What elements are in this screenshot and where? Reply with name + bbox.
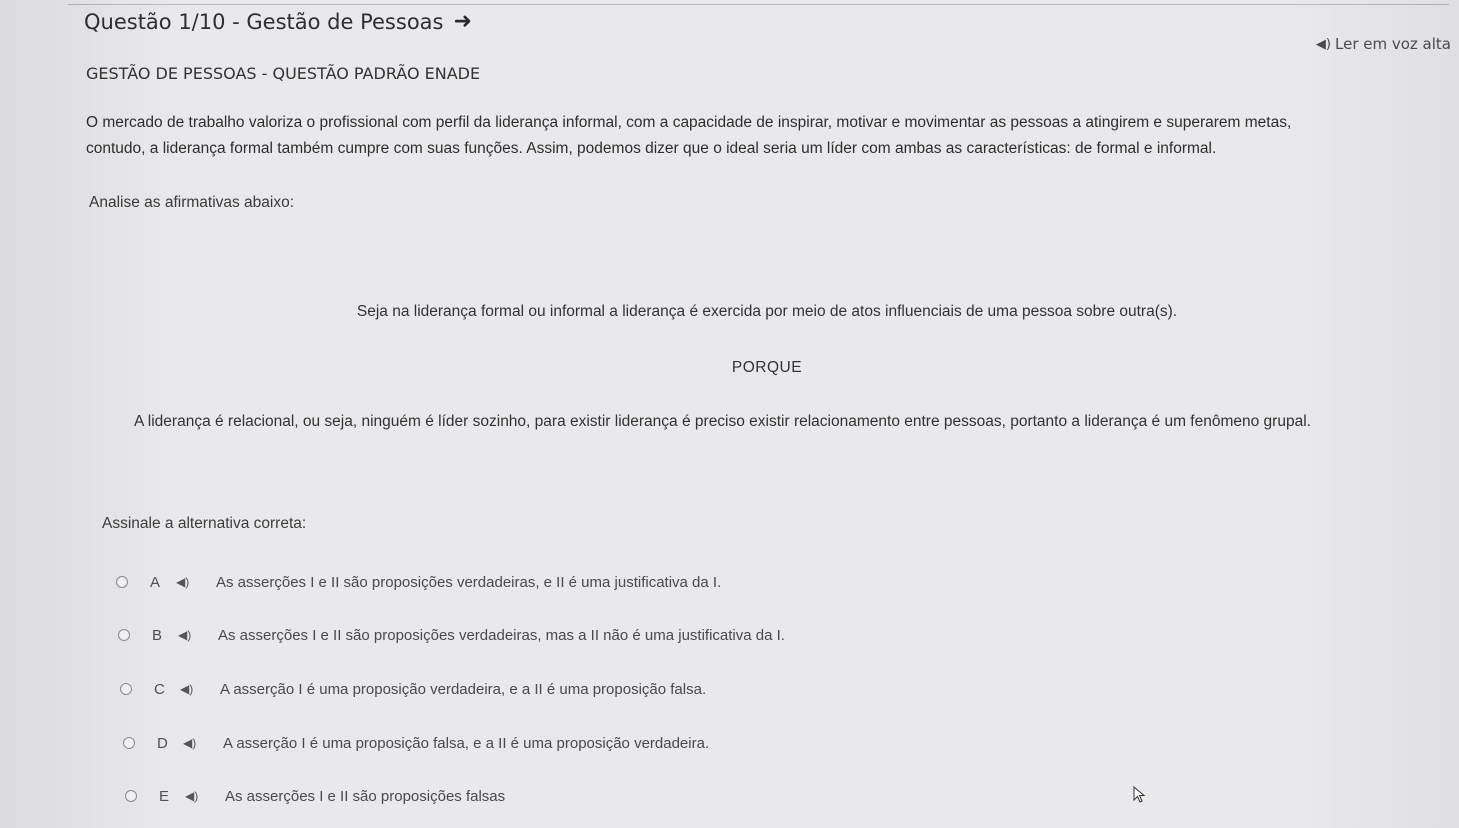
option-c[interactable]: C ◀) A asserção I é uma proposição verda… [120, 677, 706, 701]
option-b[interactable]: B ◀) As asserções I e II são proposições… [118, 623, 785, 647]
read-aloud-label: Ler em voz alta [1335, 35, 1451, 53]
option-letter: A [150, 573, 161, 591]
question-header: Questão 1/10 - Gestão de Pessoas ➜ [84, 9, 472, 34]
question-subtitle: GESTÃO DE PESSOAS - QUESTÃO PADRÃO ENADE [86, 64, 481, 83]
option-d[interactable]: D ◀) A asserção I é uma proposição falsa… [123, 731, 709, 755]
option-radio[interactable] [123, 737, 135, 749]
speaker-icon[interactable]: ◀) [185, 789, 225, 803]
option-radio[interactable] [120, 683, 132, 695]
speaker-icon[interactable]: ◀) [180, 682, 220, 696]
context-line-2: contudo, a liderança formal também cumpr… [86, 140, 1217, 157]
option-text: A asserção I é uma proposição falsa, e a… [223, 734, 710, 752]
speaker-icon: ◀) [1315, 36, 1331, 52]
option-radio[interactable] [116, 576, 128, 588]
assertion-2: A liderança é relacional, ou seja, ningu… [134, 413, 1311, 430]
option-text: A asserção I é uma proposição verdadeira… [220, 680, 707, 698]
option-a[interactable]: A ◀) As asserções I e II são proposições… [116, 570, 721, 594]
option-letter: E [159, 787, 170, 805]
answer-prompt: Assinale a alternativa correta: [102, 515, 307, 532]
option-text: As asserções I e II são proposições verd… [218, 626, 785, 644]
option-radio[interactable] [118, 629, 130, 641]
speaker-icon[interactable]: ◀) [176, 575, 216, 589]
top-divider [68, 4, 1449, 5]
arrow-right-icon[interactable]: ➜ [453, 9, 471, 34]
option-letter: B [152, 626, 163, 644]
option-letter: D [157, 734, 168, 752]
option-letter: C [154, 680, 165, 698]
option-radio[interactable] [125, 790, 137, 802]
speaker-icon[interactable]: ◀) [183, 736, 223, 750]
assertion-1: Seja na liderança formal ou informal a l… [356, 303, 1178, 320]
option-text: As asserções I e II são proposições fals… [225, 787, 506, 805]
question-context: O mercado de trabalho valoriza o profiss… [86, 110, 1426, 162]
connector-text: PORQUE [731, 359, 803, 376]
read-aloud-button[interactable]: ◀) Ler em voz alta [1316, 35, 1451, 53]
option-text: As asserções I e II são proposições verd… [216, 573, 722, 591]
page-title: Questão 1/10 - Gestão de Pessoas [84, 9, 444, 34]
speaker-icon[interactable]: ◀) [178, 628, 218, 642]
mouse-cursor-icon [1133, 786, 1146, 803]
context-line-1: O mercado de trabalho valoriza o profiss… [86, 114, 1292, 131]
instruction-text: Analise as afirmativas abaixo: [89, 194, 295, 211]
option-e[interactable]: E ◀) As asserções I e II são proposições… [125, 784, 505, 808]
